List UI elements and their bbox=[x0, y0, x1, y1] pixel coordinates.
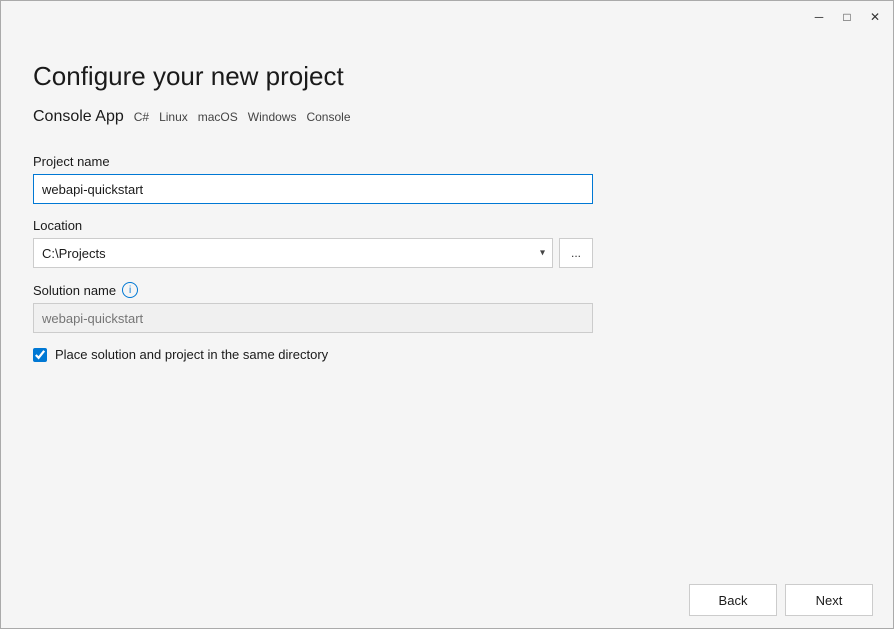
close-button[interactable]: ✕ bbox=[861, 3, 889, 31]
solution-name-label: Solution name bbox=[33, 283, 116, 298]
browse-button[interactable]: ... bbox=[559, 238, 593, 268]
app-name-label: Console App bbox=[33, 108, 124, 126]
title-bar: ─ □ ✕ bbox=[1, 1, 893, 33]
main-window: ─ □ ✕ Configure your new project Console… bbox=[0, 0, 894, 629]
solution-name-label-row: Solution name i bbox=[33, 282, 861, 298]
project-name-label: Project name bbox=[33, 154, 861, 169]
next-button[interactable]: Next bbox=[785, 584, 873, 616]
subtitle-row: Console App C# Linux macOS Windows Conso… bbox=[33, 108, 861, 126]
form: Project name Location C:\Projects ▾ ... … bbox=[33, 154, 861, 362]
page-title: Configure your new project bbox=[33, 61, 861, 92]
content-area: Configure your new project Console App C… bbox=[1, 33, 893, 572]
solution-name-input[interactable] bbox=[33, 303, 593, 333]
location-row: C:\Projects ▾ ... bbox=[33, 238, 593, 268]
same-directory-checkbox[interactable] bbox=[33, 348, 47, 362]
tag-windows: Windows bbox=[248, 110, 297, 124]
back-button[interactable]: Back bbox=[689, 584, 777, 616]
same-directory-row: Place solution and project in the same d… bbox=[33, 347, 861, 362]
minimize-button[interactable]: ─ bbox=[805, 3, 833, 31]
tag-macos: macOS bbox=[198, 110, 238, 124]
project-name-input[interactable] bbox=[33, 174, 593, 204]
location-select[interactable]: C:\Projects bbox=[33, 238, 553, 268]
location-label: Location bbox=[33, 218, 861, 233]
tag-console: Console bbox=[306, 110, 350, 124]
maximize-button[interactable]: □ bbox=[833, 3, 861, 31]
location-select-wrapper: C:\Projects ▾ bbox=[33, 238, 553, 268]
footer: Back Next bbox=[1, 572, 893, 628]
tag-csharp: C# bbox=[134, 110, 149, 124]
info-icon: i bbox=[122, 282, 138, 298]
same-directory-label[interactable]: Place solution and project in the same d… bbox=[55, 347, 328, 362]
tag-linux: Linux bbox=[159, 110, 188, 124]
